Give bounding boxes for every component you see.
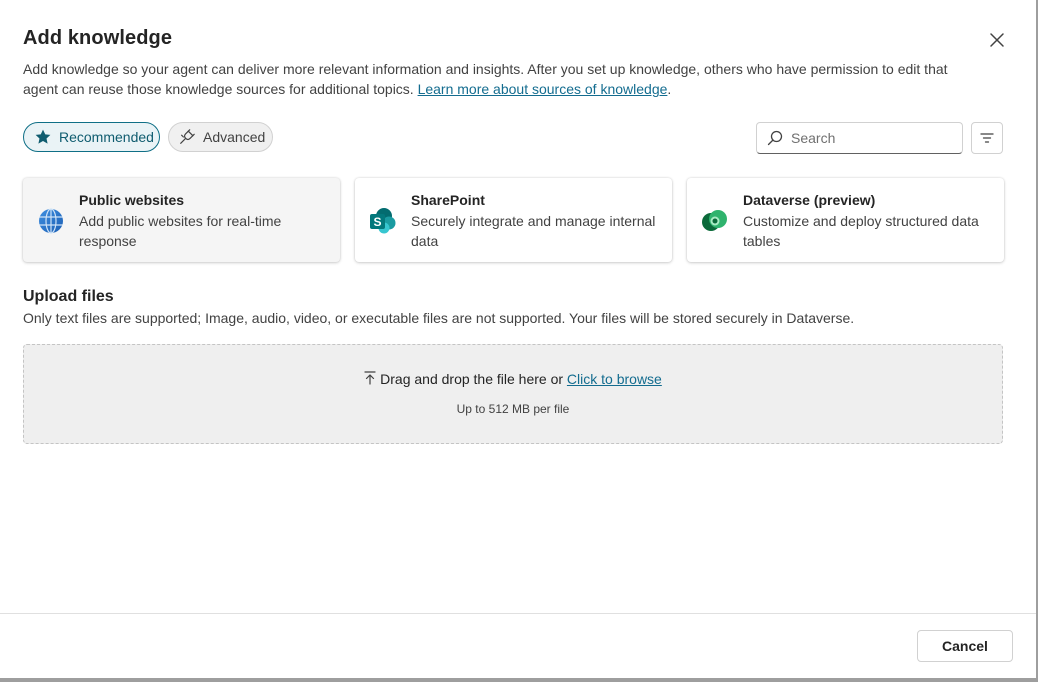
browse-link[interactable]: Click to browse [567, 371, 662, 387]
svg-text:S: S [373, 215, 381, 229]
drop-text: Drag and drop the file here or [380, 371, 567, 387]
sharepoint-icon: S [370, 208, 396, 234]
dataverse-icon [702, 210, 727, 231]
file-dropzone[interactable]: Drag and drop the file here or Click to … [23, 344, 1003, 444]
star-icon [34, 128, 52, 146]
filter-button[interactable] [971, 122, 1003, 154]
card-public-websites[interactable]: Public websites Add public websites for … [23, 178, 340, 262]
search-input[interactable] [789, 129, 953, 147]
dropzone-text: Drag and drop the file here or Click to … [24, 371, 1002, 388]
cancel-button[interactable]: Cancel [917, 630, 1013, 662]
filter-icon [980, 133, 994, 143]
upload-section-title: Upload files [23, 288, 114, 305]
tab-advanced[interactable]: Advanced [168, 122, 273, 152]
tab-recommended-label: Recommended [59, 129, 154, 145]
search-icon [767, 130, 783, 146]
tab-advanced-label: Advanced [203, 129, 266, 145]
upload-arrow-icon [364, 371, 376, 388]
card-title: SharePoint [411, 192, 485, 208]
upload-section-description: Only text files are supported; Image, au… [23, 310, 855, 326]
description-end: . [667, 81, 672, 97]
learn-more-link[interactable]: Learn more about sources of knowledge [418, 81, 668, 97]
card-title: Dataverse (preview) [743, 192, 876, 208]
dialog-title: Add knowledge [23, 27, 173, 49]
search-box[interactable] [756, 122, 963, 154]
card-subtitle: Customize and deploy structured data tab… [743, 213, 979, 249]
add-knowledge-dialog: Add knowledge Add knowledge so your agen… [0, 0, 1038, 682]
upload-limit-text: Up to 512 MB per file [456, 402, 570, 416]
footer-divider [0, 613, 1036, 614]
close-icon [990, 33, 1004, 47]
card-title: Public websites [79, 192, 185, 208]
dialog-description: Add knowledge so your agent can deliver … [23, 59, 983, 99]
card-dataverse[interactable]: Dataverse (preview) Customize and deploy… [687, 178, 1004, 262]
plug-icon [178, 128, 196, 146]
globe-icon [39, 208, 63, 234]
card-sharepoint[interactable]: S SharePoint Securely integrate and mana… [355, 178, 672, 262]
close-button[interactable] [983, 26, 1011, 54]
card-subtitle: Securely integrate and manage internal d… [411, 213, 656, 249]
tab-recommended[interactable]: Recommended [23, 122, 160, 152]
card-subtitle: Add public websites for real-time respon… [79, 213, 282, 249]
